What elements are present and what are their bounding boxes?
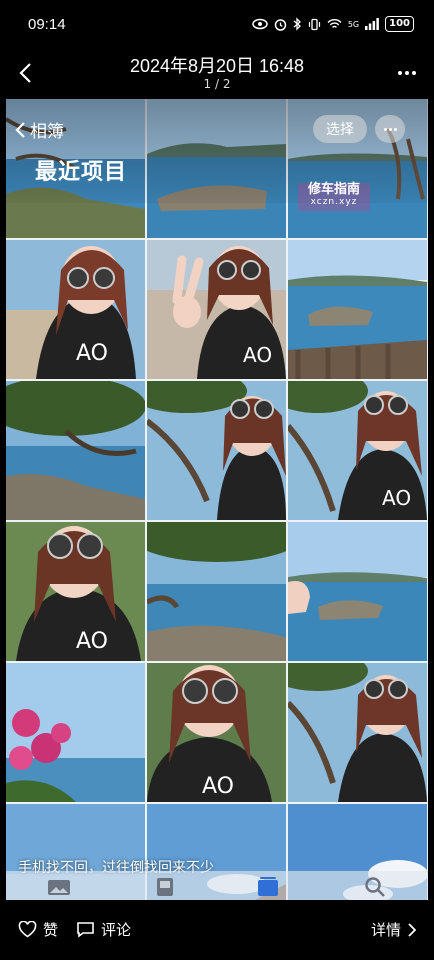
search-icon [365,877,385,897]
signal-icon [365,18,380,30]
comment-icon [77,922,94,938]
like-button[interactable]: 赞 [18,919,58,940]
album-tab-bar [6,871,428,900]
photo-thumbnail[interactable] [6,381,145,520]
details-button[interactable]: 详情 [371,919,416,940]
photo-date-title: 2024年8月20日 16:48 [129,56,305,76]
photo-thumbnail[interactable] [147,522,286,661]
svg-text:AO: AO [243,343,272,367]
photo-thumbnail[interactable] [288,240,427,379]
photo-thumbnail[interactable]: AO [288,381,427,520]
svg-text:AO: AO [76,629,108,654]
watermark-line2: xczn.xyz [310,197,358,207]
tab-albums[interactable] [253,875,283,899]
viewed-image[interactable]: AO AO AO AO AO 相簿 最近项目 选择 修车指南 xczn.xyz … [6,99,428,900]
chevron-left-icon [15,121,25,138]
photos-icon [48,880,70,895]
albums-icon [258,877,278,896]
photo-thumbnail[interactable] [6,663,145,802]
album-back-button[interactable]: 相簿 [14,117,64,142]
status-time: 09:14 [28,15,66,33]
photo-thumbnail[interactable] [288,522,427,661]
wifi-icon [327,19,342,28]
like-label: 赞 [43,921,59,939]
eye-icon [252,18,268,30]
memories-icon [157,878,173,896]
bluetooth-icon [293,17,301,31]
more-options-button[interactable] [392,60,422,86]
tab-search[interactable] [360,875,390,899]
watermark: 修车指南 xczn.xyz [298,183,370,211]
album-more-button[interactable] [375,115,405,143]
photo-thumbnail[interactable]: AO [147,663,286,802]
album-title: 最近项目 [35,160,128,185]
network-label: 5G [347,19,360,29]
status-bar: 09:14 5G 100 [0,0,434,48]
status-icons: 5G 100 [252,16,414,32]
heart-icon [18,921,37,938]
photo-thumbnail[interactable] [147,381,286,520]
svg-text:AO: AO [76,341,108,366]
photo-grid: AO AO AO AO AO [6,99,428,900]
watermark-line1: 修车指南 [307,182,360,197]
chevron-right-icon [408,922,416,937]
select-button[interactable]: 选择 [313,115,367,143]
svg-text:AO: AO [202,774,234,799]
battery-level: 100 [385,16,414,32]
photo-thumbnail[interactable]: AO [6,522,145,661]
photo-thumbnail[interactable] [288,663,427,802]
svg-text:AO: AO [382,486,411,510]
comment-button[interactable]: 评论 [76,919,131,940]
alarm-icon [274,18,287,31]
bottom-action-bar: 赞 评论 详情 [0,900,434,960]
photo-thumbnail[interactable]: AO [147,240,286,379]
tab-for-you[interactable] [150,875,180,899]
tab-library[interactable] [44,875,74,899]
photo-thumbnail[interactable]: AO [6,240,145,379]
viewer-header: 2024年8月20日 16:48 1 / 2 [0,48,434,100]
photo-index: 1 / 2 [203,77,231,91]
details-label: 详情 [370,921,401,939]
album-back-label: 相簿 [30,122,64,142]
vibrate-icon [308,18,320,30]
comment-label: 评论 [101,921,132,939]
